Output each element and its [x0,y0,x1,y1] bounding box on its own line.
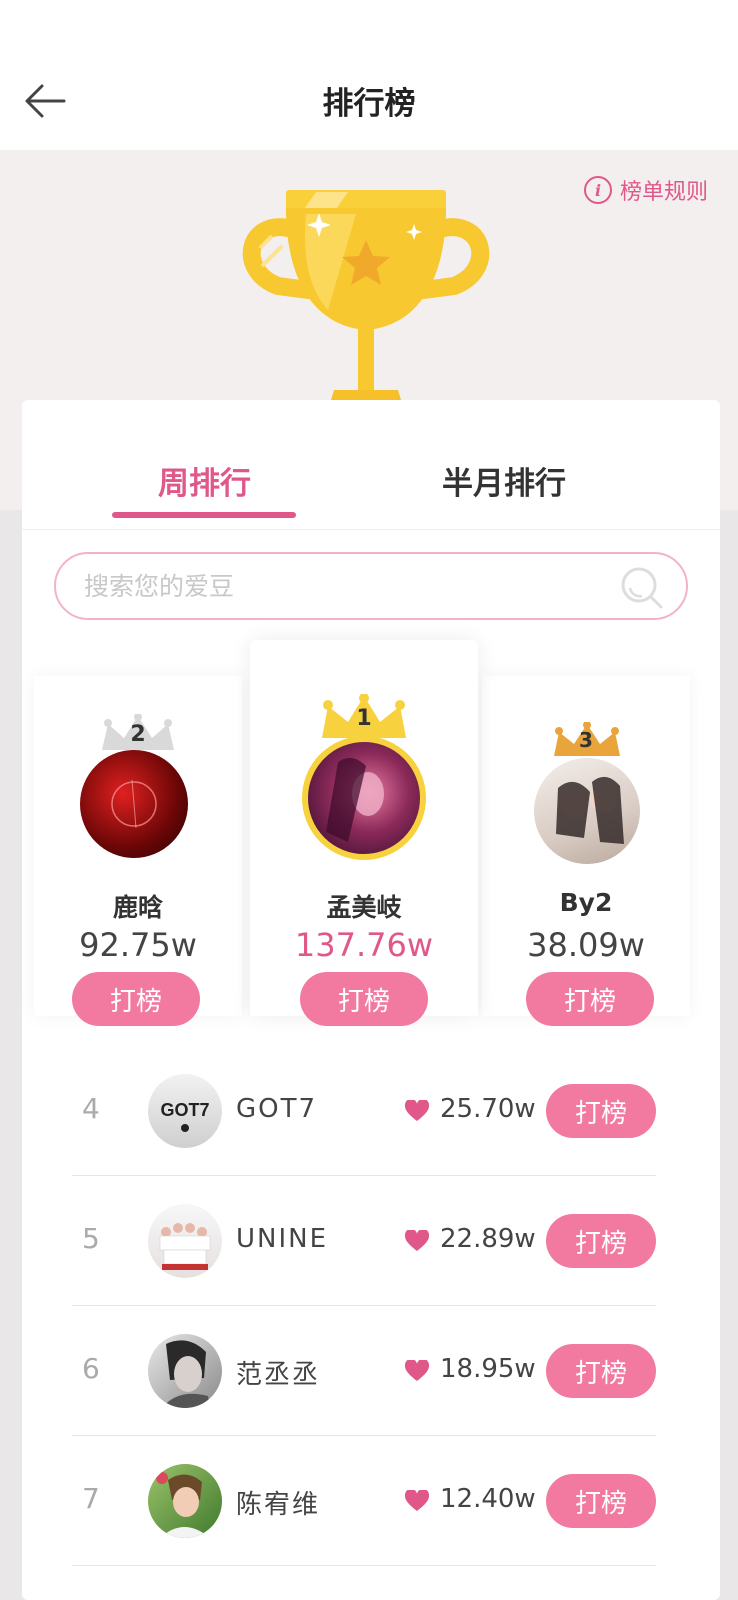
vote-score: 38.09w [527,926,645,964]
tab-bar: 周排行 半月排行 [22,400,720,530]
heart-icon [404,1490,430,1511]
artist-name: 孟美岐 [326,893,402,922]
rules-link[interactable]: i 榜单规则 [583,174,708,206]
rank-number: 4 [82,1092,100,1125]
search-bar[interactable] [54,552,688,620]
vote-score: 25.70w [440,1094,536,1124]
rank-number: 5 [82,1222,100,1255]
info-icon: i [583,176,612,204]
top-bar: 排行榜 [0,0,738,150]
heart-icon [404,1100,430,1121]
podium-rank-3: 3 By2 38.09w 打榜 [482,676,690,1026]
avatar[interactable] [148,1204,222,1278]
vote-button[interactable]: 打榜 [546,1474,656,1528]
vote-score: 92.75w [79,926,197,964]
list-item[interactable]: 7 陈宥维 12.40w 打榜 [72,1436,656,1566]
avatar[interactable] [534,758,640,864]
artist-name: 陈宥维 [236,1490,321,1520]
vote-button[interactable]: 打榜 [546,1344,656,1398]
vote-button[interactable]: 打榜 [72,972,200,1026]
artist-name: 范丞丞 [236,1360,321,1390]
vote-button[interactable]: 打榜 [546,1214,656,1268]
list-item[interactable]: 6 范丞丞 18.95w 打榜 [72,1306,656,1436]
tab-half-month[interactable]: 半月排行 [442,458,566,503]
rank-number: 1 [356,706,372,731]
vote-score: 22.89w [440,1224,536,1254]
rank-number: 6 [82,1352,100,1385]
avatar[interactable]: GOT7 [148,1074,222,1148]
rules-label: 榜单规则 [619,180,708,205]
list-item[interactable]: 4 GOT7 GOT7 25.70w 打榜 [72,1046,656,1176]
list-item[interactable]: 5 UNINE 22.89w 打榜 [72,1176,656,1306]
ranking-card: 周排行 半月排行 2 鹿晗 92.75w 打榜 1 [22,400,720,1600]
vote-score: 18.95w [440,1354,536,1384]
avatar[interactable] [302,736,426,860]
page-title: 排行榜 [322,86,416,122]
artist-name: UNINE [236,1224,329,1254]
vote-score: 12.40w [440,1484,536,1514]
vote-score: 137.76w [294,926,434,964]
rank-number: 7 [82,1482,100,1515]
vote-button[interactable]: 打榜 [526,972,654,1026]
artist-name: By2 [559,888,613,917]
ranking-list: 4 GOT7 GOT7 25.70w 打榜 5 UNINE 22.89w 打榜 … [72,1046,656,1566]
search-icon[interactable] [620,566,664,610]
avatar[interactable] [148,1464,222,1538]
search-input[interactable] [84,566,604,606]
rank-number: 2 [130,722,146,747]
artist-name: 鹿晗 [112,893,163,922]
vote-button[interactable]: 打榜 [546,1084,656,1138]
artist-name: GOT7 [236,1094,318,1124]
vote-button[interactable]: 打榜 [300,972,428,1026]
avatar-logo-text: GOT7 [160,1100,209,1120]
rank-number: 3 [579,728,593,752]
podium-rank-2: 2 鹿晗 92.75w 打榜 [34,676,242,1026]
trophy-icon [242,190,490,410]
avatar[interactable] [148,1334,222,1408]
heart-icon [404,1230,430,1251]
tab-weekly[interactable]: 周排行 [158,458,251,503]
avatar[interactable] [80,750,188,858]
active-tab-indicator [112,512,296,518]
podium-rank-1: 1 孟美岐 137.76w 打榜 [250,640,478,1026]
heart-icon [404,1360,430,1381]
